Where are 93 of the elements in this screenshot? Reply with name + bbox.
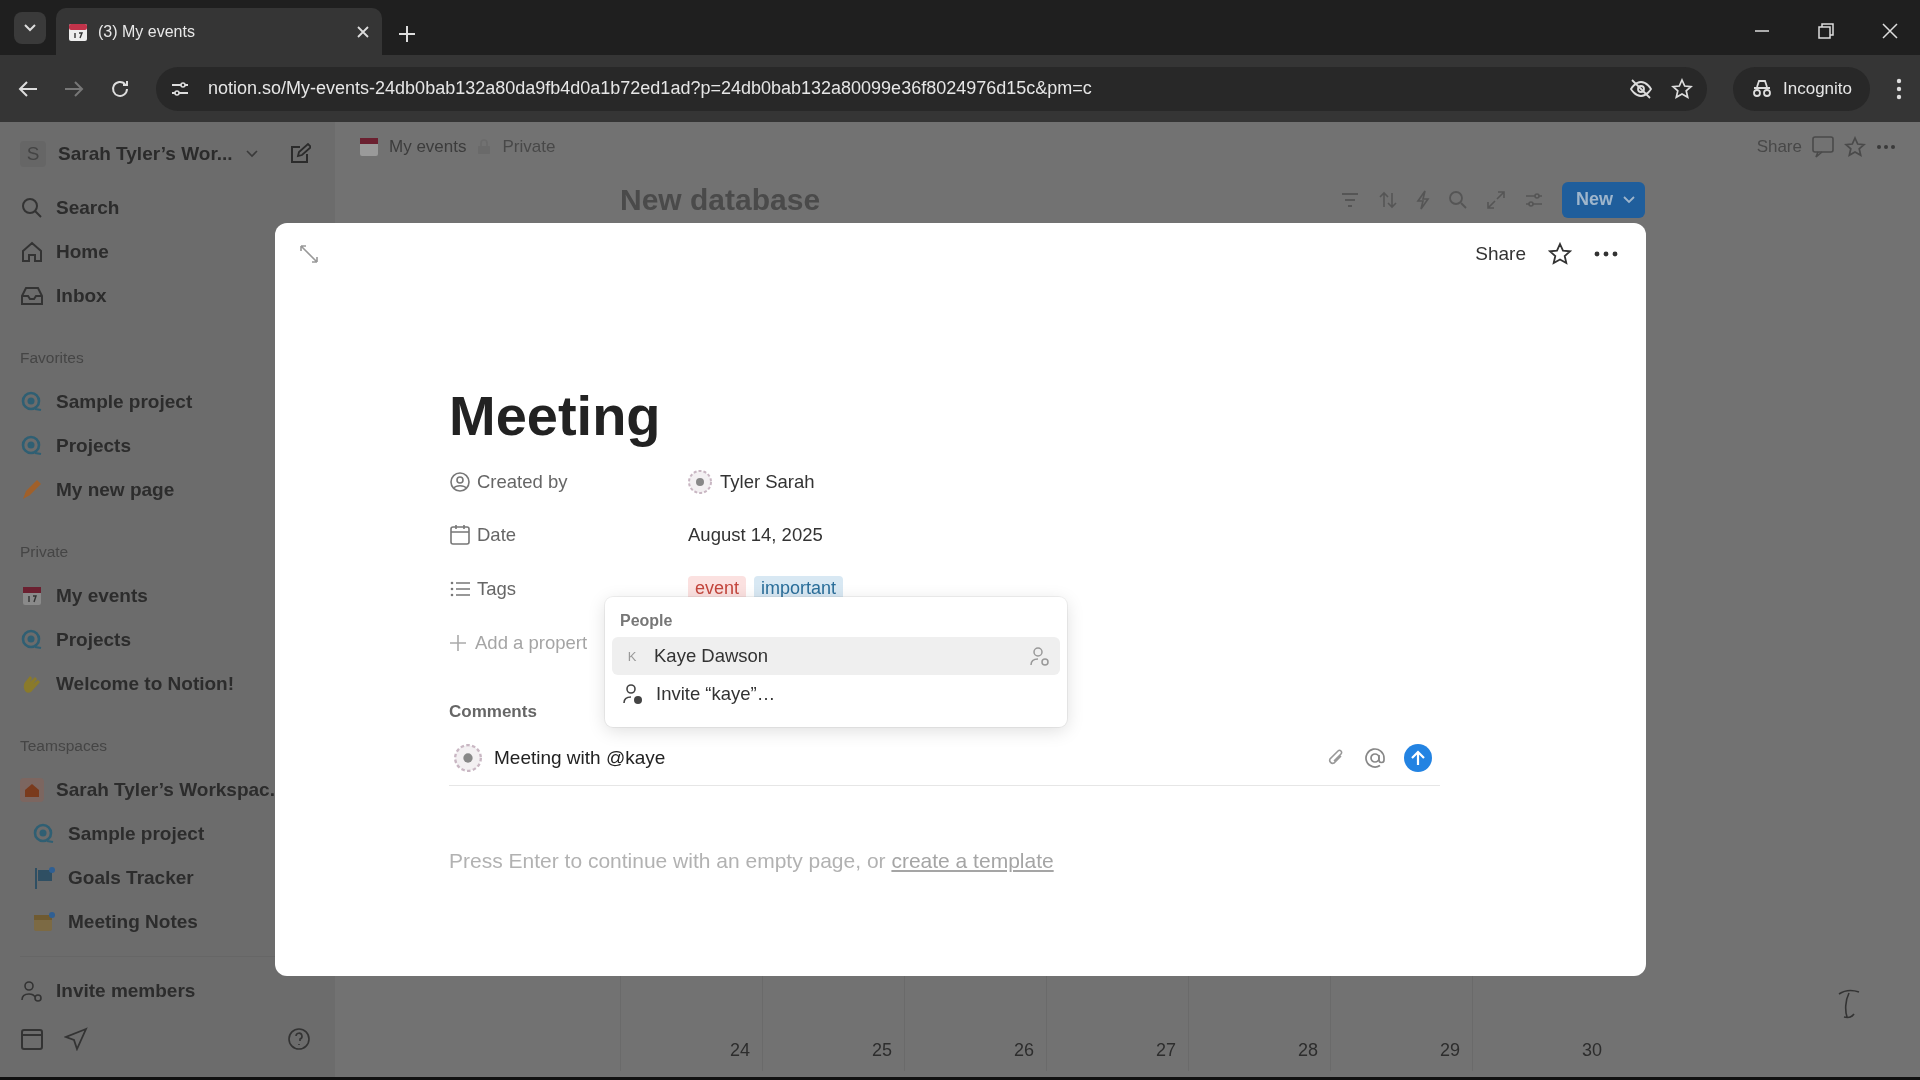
calendar-icon [20,584,44,608]
expand-icon[interactable] [1486,189,1506,210]
cursive-t-icon[interactable] [1836,988,1862,1020]
sidebar-item[interactable]: My new page [20,468,335,512]
add-person-icon [1030,646,1050,666]
share-button[interactable]: Share [1475,243,1526,265]
empty-page-hint: Press Enter to continue with an empty page, or create a template [449,848,1054,873]
sidebar-item[interactable]: Inbox [20,274,335,318]
create-template-link[interactable]: create a template [891,848,1054,872]
property-label[interactable]: Created by [449,470,688,493]
incognito-badge[interactable]: Incognito [1733,66,1870,111]
sidebar-item[interactable]: My events [20,574,335,618]
sidebar-item[interactable]: Search [20,186,335,230]
chevron-down-icon[interactable] [244,149,259,159]
close-icon[interactable] [1882,23,1898,39]
new-tab-icon[interactable] [398,25,416,43]
sidebar-item[interactable]: Sample project [20,380,335,424]
calendar-icon [68,21,88,42]
more-icon[interactable] [1594,251,1618,257]
property-label[interactable]: Tags [449,577,688,600]
sidebar-item[interactable]: Projects [20,424,335,468]
property-value[interactable]: August 14, 2025 [688,524,823,547]
menu-item[interactable]: Invite “kaye”… [612,675,1060,713]
add-person-icon [622,683,644,705]
at-sign-icon[interactable] [1364,747,1386,769]
sort-icon[interactable] [1378,190,1398,209]
sidebar-item[interactable]: Meeting Notes [32,900,335,944]
home-icon [20,240,44,264]
arrow-up-icon [1411,750,1425,766]
target-icon [20,434,44,458]
avatar-icon [454,744,482,772]
page-title[interactable]: Meeting [449,383,661,455]
star-icon[interactable] [1844,136,1866,158]
property-label[interactable]: Date [449,524,688,547]
restore-icon[interactable] [1818,23,1834,39]
flag-icon [32,866,56,890]
pencil-icon [20,478,44,502]
incognito-icon [1751,79,1773,98]
sidebar-item[interactable]: Welcome to Notion! [20,662,335,706]
sidebar-item[interactable]: Home [20,230,335,274]
target-icon [20,390,44,414]
filter-icon[interactable] [1340,191,1360,208]
invite-members-item[interactable]: Invite members [20,969,335,1013]
new-page-icon[interactable] [288,143,311,165]
calendar-icon [359,137,379,157]
add-property-button[interactable]: Add a propert [449,615,588,670]
property-value[interactable]: Tyler Sarah [720,470,815,493]
back-icon[interactable] [18,79,38,98]
chevron-down-icon [1623,195,1635,204]
tab-list-button[interactable] [14,12,46,44]
send-button[interactable] [1404,744,1432,772]
new-button[interactable]: New [1562,181,1645,218]
help-icon[interactable] [287,1027,311,1051]
incognito-label: Incognito [1783,78,1852,99]
settings-icon[interactable] [1524,190,1544,209]
chevron-down-icon [23,23,37,33]
forward-icon[interactable] [64,79,84,98]
search-icon [20,196,44,220]
sidebar-item[interactable]: Projects [20,618,335,662]
calendar-folder-icon [32,910,56,934]
url-text: notion.so/My-events-24db0bab132a80da9fb4d0a1b72ed1ad?p=24db0bab132a80099e36f8024976d15c&pm=c [208,78,1093,99]
tab-title: (3) My events [98,22,196,41]
sidebar-item[interactable]: Sarah Tyler’s Workspac. [20,768,335,812]
add-person-icon [20,979,44,1003]
browser-tab[interactable]: (3) My events [56,8,382,55]
send-icon[interactable] [64,1027,88,1051]
site-settings-icon[interactable] [170,79,190,98]
menu-icon[interactable] [1896,77,1902,100]
close-icon[interactable] [356,24,370,39]
comment-icon[interactable] [1812,136,1834,158]
lightning-icon[interactable] [1416,189,1430,210]
search-icon[interactable] [1448,189,1468,210]
inbox-icon [20,284,44,308]
reload-icon[interactable] [110,78,130,99]
menu-heading: People [619,611,674,631]
person-circle-icon [449,470,471,493]
collapse-icon[interactable] [299,244,319,264]
workspace-name[interactable]: Sarah Tyler’s Wor... [58,143,233,165]
star-icon[interactable] [1548,242,1572,266]
eye-off-icon[interactable] [1629,78,1653,99]
house-icon [20,778,44,802]
menu-item[interactable]: K Kaye Dawson [612,637,1060,675]
sidebar-item[interactable]: Sample project [32,812,335,856]
sidebar-item[interactable]: Goals Tracker [32,856,335,900]
target-icon [20,628,44,652]
avatar-icon [688,469,712,494]
calendar-icon[interactable] [20,1027,44,1051]
target-icon [32,822,56,846]
plus-icon [449,633,467,652]
address-bar[interactable]: notion.so/My-events-24db0bab132a80da9fb4d0a1b72ed1ad?p=24db0bab132a80099e36f8024976d15c&pm=c [156,66,1707,111]
initial-avatar: K [626,647,638,666]
calendar-icon [449,524,471,547]
comments-heading: Comments [449,700,537,723]
